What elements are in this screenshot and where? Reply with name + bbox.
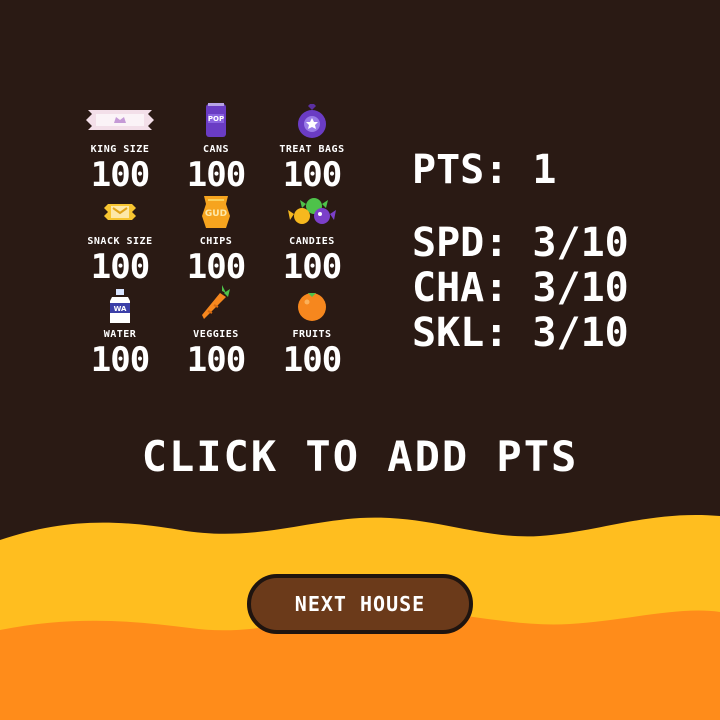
treat-king-size: KING SIZE 100	[70, 100, 170, 195]
treat-label: FRUITS	[292, 329, 332, 340]
treat-cans: POP CANS 100	[166, 100, 266, 195]
svg-text:GUD: GUD	[205, 209, 227, 219]
speed-stat[interactable]: SPD: 3/10	[412, 221, 692, 266]
soda-can-icon: POP	[206, 103, 226, 137]
treat-label: VEGGIES	[193, 329, 239, 340]
treat-label: KING SIZE	[90, 144, 150, 155]
snack-size-candy-icon	[104, 204, 136, 220]
treat-label: CANDIES	[289, 236, 335, 247]
treat-count: 100	[186, 247, 246, 287]
treat-chips: GUD CHIPS 100	[166, 192, 266, 287]
treat-label: CANS	[202, 144, 230, 155]
orange-fruit-icon	[298, 293, 326, 321]
treat-label: WATER	[103, 329, 137, 340]
treat-count: 100	[186, 340, 246, 380]
points-available: PTS: 1	[412, 147, 557, 193]
treat-veggies: VEGGIES 100	[166, 285, 266, 380]
treat-count: 100	[90, 247, 150, 287]
treat-count: 100	[186, 155, 246, 195]
treat-count: 100	[282, 247, 342, 287]
treat-count: 100	[282, 155, 342, 195]
treat-snack-size: SNACK SIZE 100	[70, 192, 170, 287]
treat-label: TREAT BAGS	[279, 144, 345, 155]
treat-bag-icon	[298, 104, 326, 138]
charisma-stat[interactable]: CHA: 3/10	[412, 266, 692, 311]
water-bottle-icon: WA	[110, 289, 130, 323]
treat-count: 100	[90, 340, 150, 380]
svg-text:WA: WA	[114, 305, 127, 313]
carrot-icon	[202, 285, 230, 319]
treat-count: 100	[282, 340, 342, 380]
treat-count: 100	[90, 155, 150, 195]
treat-fruits: FRUITS 100	[262, 285, 362, 380]
king-size-candy-bar-icon	[86, 110, 154, 130]
stats-panel: PTS: 1 SPD: 3/10 CHA: 3/10 SKL: 3/10	[412, 148, 692, 356]
svg-text:POP: POP	[208, 115, 224, 123]
next-house-button[interactable]: NEXT HOUSE	[247, 574, 473, 634]
treat-treat-bags: TREAT BAGS 100	[262, 100, 362, 195]
chips-bag-icon: GUD	[202, 196, 230, 228]
wrapped-candies-icon	[288, 198, 336, 224]
treat-label: CHIPS	[199, 236, 233, 247]
add-points-prompt: CLICK TO ADD PTS	[141, 432, 579, 481]
skill-stat[interactable]: SKL: 3/10	[412, 311, 692, 356]
treat-inventory-grid: KING SIZE 100 POP CANS 100 TREAT BAGS 10…	[70, 100, 370, 390]
treat-candies: CANDIES 100	[262, 192, 362, 287]
treat-water: WA WATER 100	[70, 285, 170, 380]
treat-label: SNACK SIZE	[87, 236, 153, 247]
